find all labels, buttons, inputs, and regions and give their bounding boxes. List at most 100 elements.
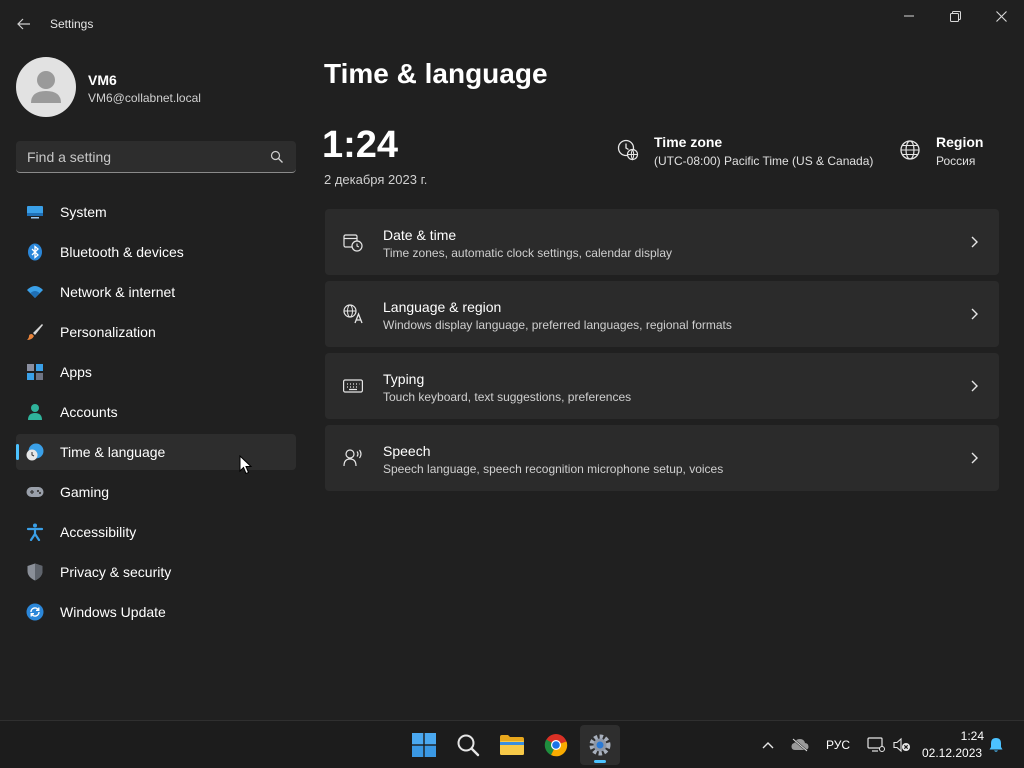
sidebar-item-gaming[interactable]: Gaming bbox=[16, 474, 296, 510]
bell-icon bbox=[989, 738, 1003, 752]
folder-icon bbox=[500, 735, 524, 755]
sidebar-item-label: Windows Update bbox=[60, 604, 166, 620]
sidebar-item-accounts[interactable]: Accounts bbox=[16, 394, 296, 430]
sidebar-item-windows-update[interactable]: Windows Update bbox=[16, 594, 296, 630]
sidebar-item-label: Apps bbox=[60, 364, 92, 380]
sidebar-item-personalization[interactable]: Personalization bbox=[16, 314, 296, 350]
sidebar-item-label: Network & internet bbox=[60, 284, 176, 300]
card-title: Date & time bbox=[383, 227, 457, 243]
user-email: VM6@collabnet.local bbox=[88, 91, 201, 105]
taskbar-search-button[interactable] bbox=[448, 725, 488, 765]
time-language-icon bbox=[26, 443, 44, 461]
taskbar-chrome[interactable] bbox=[536, 725, 576, 765]
app-title: Settings bbox=[50, 17, 94, 31]
sidebar-item-label: Gaming bbox=[60, 484, 110, 500]
sidebar-item-label: Bluetooth & devices bbox=[60, 244, 184, 260]
region-label: Region bbox=[936, 134, 984, 150]
card-description: Time zones, automatic clock settings, ca… bbox=[383, 246, 673, 260]
region-value: Россия bbox=[936, 154, 976, 168]
taskbar-settings[interactable] bbox=[580, 725, 620, 765]
search-icon bbox=[457, 734, 480, 757]
avatar[interactable] bbox=[16, 57, 76, 117]
date-time-card[interactable]: Date & time Time zones, automatic clock … bbox=[325, 209, 999, 275]
arrow-left-icon bbox=[17, 18, 30, 30]
sidebar-item-privacy[interactable]: Privacy & security bbox=[16, 554, 296, 590]
globe-icon bbox=[900, 140, 920, 160]
sidebar-item-system[interactable]: System bbox=[16, 194, 296, 230]
user-name: VM6 bbox=[88, 72, 117, 88]
keyboard-icon bbox=[343, 379, 363, 393]
shield-icon bbox=[27, 563, 43, 581]
search-icon[interactable] bbox=[270, 150, 284, 164]
taskbar-clock-time[interactable]: 1:24 bbox=[958, 729, 984, 743]
speech-icon bbox=[343, 449, 362, 467]
card-title: Typing bbox=[383, 371, 425, 387]
timezone-value: (UTC-08:00) Pacific Time (US & Canada) bbox=[654, 154, 874, 168]
sidebar-nav: System Bluetooth & devices Network & int… bbox=[16, 194, 296, 634]
chrome-icon bbox=[544, 734, 568, 757]
volume-muted-icon bbox=[893, 737, 910, 753]
current-time: 1:24 bbox=[322, 124, 399, 166]
start-button[interactable] bbox=[404, 725, 444, 765]
volume-tray[interactable] bbox=[892, 735, 912, 755]
timezone-icon bbox=[617, 139, 639, 161]
sidebar-item-time-language[interactable]: Time & language bbox=[16, 434, 296, 470]
chevron-up-icon bbox=[762, 742, 774, 749]
input-language-indicator[interactable]: РУС bbox=[826, 738, 850, 752]
user-silhouette-icon bbox=[31, 71, 61, 103]
sidebar-item-accessibility[interactable]: Accessibility bbox=[16, 514, 296, 550]
gamepad-icon bbox=[26, 487, 44, 497]
card-description: Speech language, speech recognition micr… bbox=[383, 462, 724, 476]
restore-icon bbox=[949, 10, 961, 22]
windows-logo-icon bbox=[412, 733, 436, 757]
search-box[interactable] bbox=[16, 141, 296, 173]
typing-card[interactable]: Typing Touch keyboard, text suggestions,… bbox=[325, 353, 999, 419]
wifi-icon bbox=[27, 286, 43, 298]
current-date: 2 декабря 2023 г. bbox=[324, 172, 428, 187]
taskbar: РУС 1:24 02.12.2023 bbox=[0, 720, 1024, 768]
sidebar-item-label: Privacy & security bbox=[60, 564, 172, 580]
network-tray[interactable] bbox=[866, 735, 886, 755]
chevron-right-icon bbox=[971, 380, 978, 392]
mouse-cursor-icon bbox=[239, 455, 253, 475]
speech-card[interactable]: Speech Speech language, speech recogniti… bbox=[325, 425, 999, 491]
system-icon bbox=[27, 206, 43, 219]
card-description: Windows display language, preferred lang… bbox=[383, 318, 732, 332]
sidebar-item-apps[interactable]: Apps bbox=[16, 354, 296, 390]
language-icon bbox=[343, 304, 363, 324]
gear-icon bbox=[589, 734, 611, 756]
sidebar-item-label: System bbox=[60, 204, 107, 220]
settings-cards: Date & time Time zones, automatic clock … bbox=[325, 209, 999, 497]
sidebar-item-bluetooth[interactable]: Bluetooth & devices bbox=[16, 234, 296, 270]
brush-icon bbox=[27, 324, 43, 340]
minimize-button[interactable] bbox=[886, 0, 932, 32]
sidebar-item-label: Time & language bbox=[60, 444, 166, 460]
sidebar-item-label: Accessibility bbox=[60, 524, 137, 540]
notifications-button[interactable] bbox=[986, 735, 1006, 755]
page-title: Time & language bbox=[324, 58, 548, 89]
timezone-label: Time zone bbox=[654, 134, 723, 150]
chevron-right-icon bbox=[971, 308, 978, 320]
network-monitor-icon bbox=[867, 737, 885, 752]
show-hidden-icons-button[interactable] bbox=[758, 735, 778, 755]
language-region-card[interactable]: Language & region Windows display langua… bbox=[325, 281, 999, 347]
sidebar-item-network[interactable]: Network & internet bbox=[16, 274, 296, 310]
card-description: Touch keyboard, text suggestions, prefer… bbox=[383, 390, 632, 404]
title-bar: Settings bbox=[0, 0, 1024, 48]
close-button[interactable] bbox=[978, 0, 1024, 32]
restore-button[interactable] bbox=[932, 0, 978, 32]
back-button[interactable] bbox=[10, 10, 38, 38]
chevron-right-icon bbox=[971, 452, 978, 464]
taskbar-file-explorer[interactable] bbox=[492, 725, 532, 765]
apps-icon bbox=[27, 364, 43, 380]
update-icon bbox=[26, 603, 44, 621]
taskbar-clock-date[interactable]: 02.12.2023 bbox=[922, 746, 982, 760]
sidebar-item-label: Accounts bbox=[60, 404, 118, 420]
onedrive-tray[interactable] bbox=[790, 735, 810, 755]
accessibility-icon bbox=[26, 523, 44, 541]
sidebar-item-label: Personalization bbox=[60, 324, 156, 340]
close-icon bbox=[995, 10, 1007, 22]
calendar-clock-icon bbox=[343, 234, 363, 252]
account-icon bbox=[28, 404, 42, 420]
search-input[interactable] bbox=[16, 141, 266, 172]
